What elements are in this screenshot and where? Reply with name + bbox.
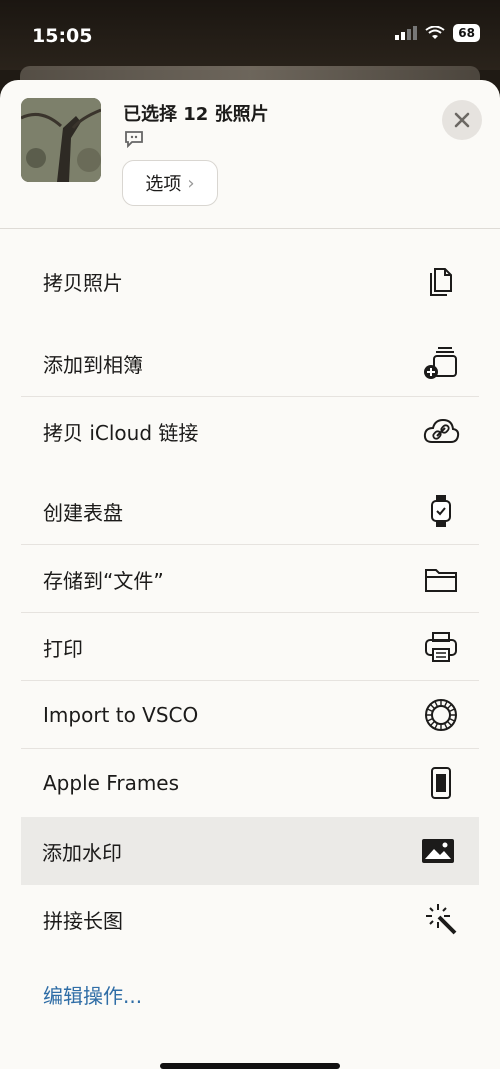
edit-actions-link[interactable]: 编辑操作... — [43, 980, 142, 1009]
action-label: 拷贝照片 — [43, 270, 123, 295]
phone-frame-icon — [421, 763, 461, 803]
icloud-link-icon — [421, 411, 461, 451]
options-label: 选项 — [145, 174, 182, 195]
action-import-to-vsco[interactable]: Import to VSCO — [21, 681, 479, 749]
share-header: 已选择 12 张照片 选项 › — [0, 80, 500, 229]
action-create-watch-face[interactable]: 创建表盘 — [21, 477, 479, 545]
message-icon — [125, 131, 143, 148]
copy-icon — [421, 261, 461, 301]
status-time: 15:05 — [32, 25, 93, 47]
action-add-to-album[interactable]: 添加到相簿 — [21, 329, 479, 397]
action-copy-icloud-link[interactable]: 拷贝 iCloud 链接 — [21, 397, 479, 465]
signal-icon — [395, 26, 418, 40]
action-label: 存储到“文件” — [43, 568, 164, 593]
action-save-to-files[interactable]: 存储到“文件” — [21, 545, 479, 613]
action-apple-frames[interactable]: Apple Frames — [21, 749, 479, 817]
action-label: 创建表盘 — [43, 500, 123, 525]
folder-icon — [421, 559, 461, 599]
action-print[interactable]: 打印 — [21, 613, 479, 681]
share-sheet: 已选择 12 张照片 选项 › 拷贝照片 添加到相簿 拷贝 iCloud 链接 … — [0, 80, 500, 1069]
action-add-watermark[interactable]: 添加水印 — [21, 817, 479, 885]
chevron-right-icon: › — [187, 172, 195, 194]
action-label: Apple Frames — [43, 771, 180, 795]
action-label: 拷贝 iCloud 链接 — [43, 420, 199, 445]
magic-wand-icon — [421, 899, 461, 939]
action-copy-photos[interactable]: 拷贝照片 — [21, 247, 479, 315]
action-label: 添加水印 — [42, 840, 122, 865]
selection-title: 已选择 12 张照片 — [123, 104, 269, 125]
action-label: 添加到相簿 — [43, 352, 143, 377]
action-stitch-long-image[interactable]: 拼接长图 — [21, 885, 479, 953]
action-label: Import to VSCO — [43, 703, 199, 727]
status-bar: 15:05 68 — [0, 0, 500, 70]
add-to-album-icon — [421, 343, 461, 383]
action-label: 打印 — [43, 636, 83, 661]
close-icon — [454, 112, 470, 128]
status-indicators: 68 — [395, 24, 480, 42]
action-label: 拼接长图 — [43, 908, 123, 933]
action-list: 拷贝照片 添加到相簿 拷贝 iCloud 链接 创建表盘 存储到“文件” 打印 … — [0, 229, 500, 953]
printer-icon — [421, 627, 461, 667]
photo-thumbnail — [21, 98, 101, 182]
options-button[interactable]: 选项 › — [122, 160, 218, 206]
image-icon — [418, 831, 458, 871]
vsco-icon — [421, 695, 461, 735]
battery-indicator: 68 — [453, 24, 480, 42]
home-indicator[interactable] — [160, 1063, 340, 1069]
watch-icon — [421, 491, 461, 531]
wifi-icon — [425, 26, 445, 39]
close-button[interactable] — [442, 100, 482, 140]
